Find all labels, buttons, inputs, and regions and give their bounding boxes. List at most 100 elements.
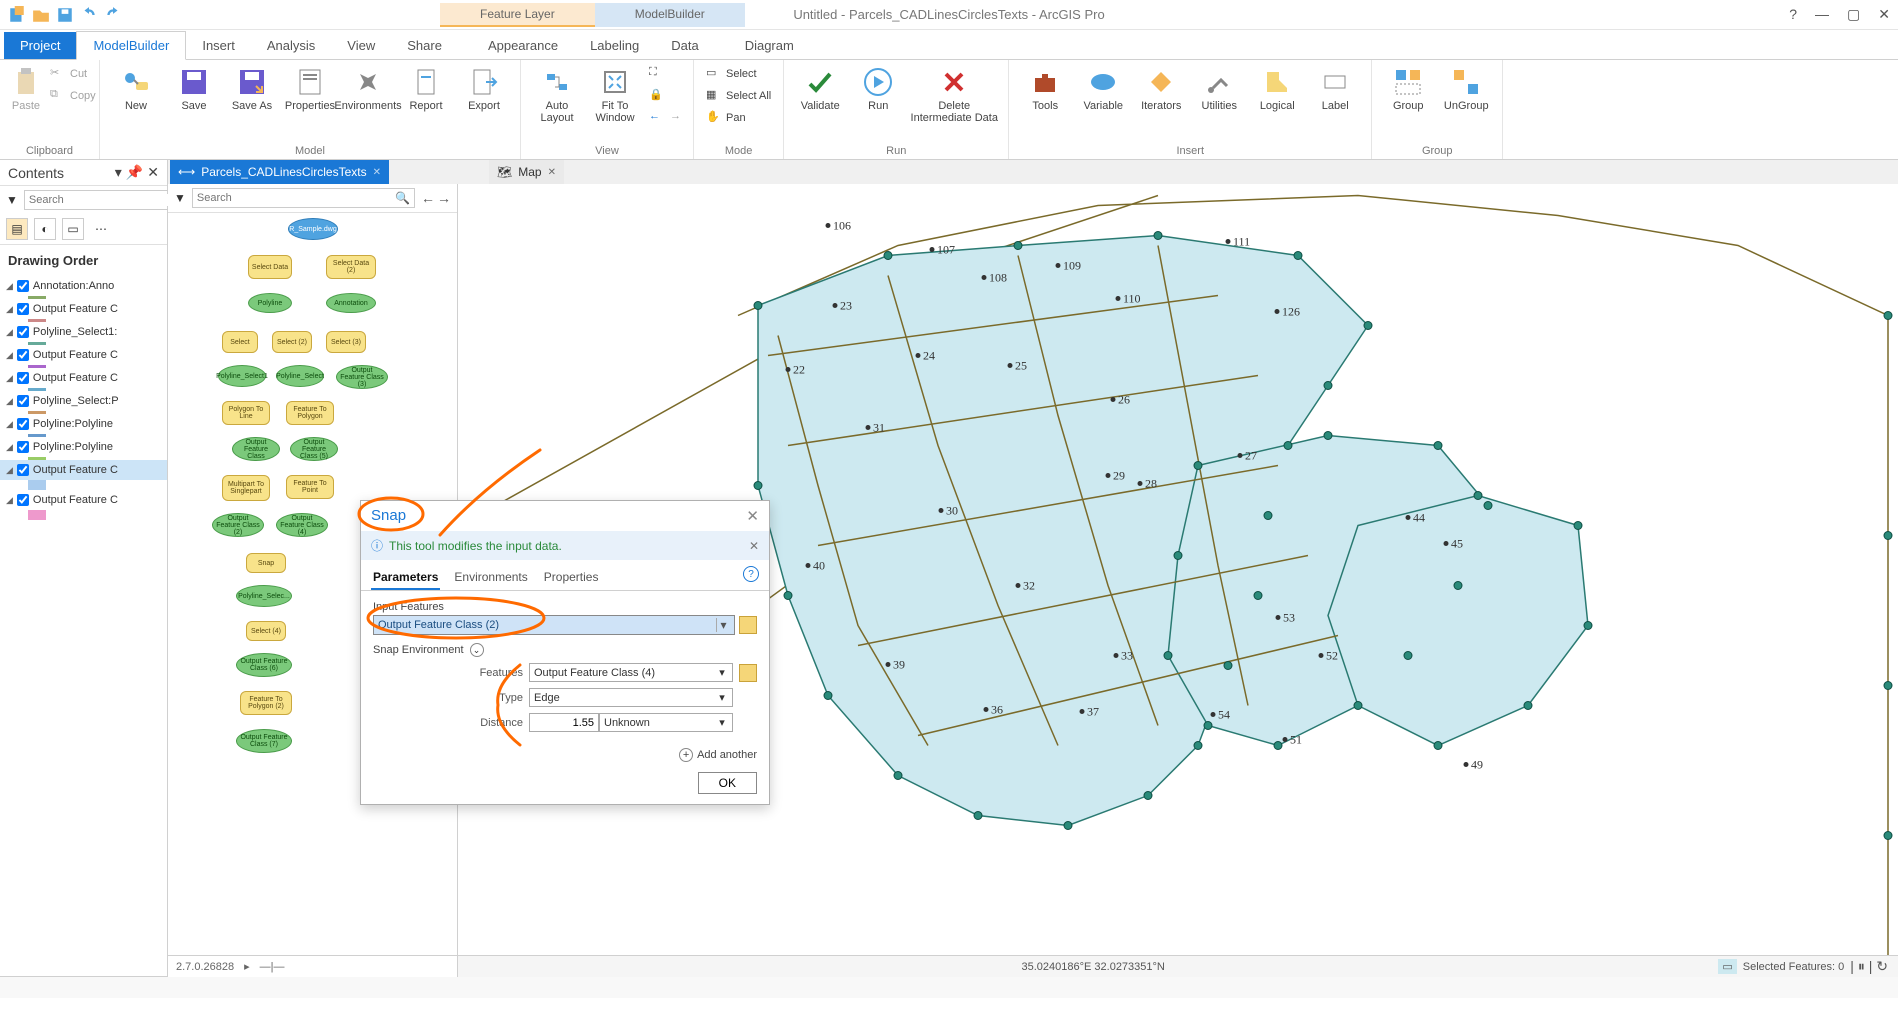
expand-icon[interactable]: ⌄ bbox=[470, 643, 484, 657]
tab-properties[interactable]: Properties bbox=[542, 566, 601, 590]
undo-icon[interactable] bbox=[80, 6, 98, 24]
env-distance-input[interactable] bbox=[529, 713, 599, 732]
validate-button[interactable]: Validate bbox=[792, 64, 848, 114]
model-node[interactable]: Output Feature Class (6) bbox=[236, 653, 292, 677]
model-node[interactable]: Output Feature Class (5) bbox=[290, 437, 338, 461]
model-node[interactable]: Annotation bbox=[326, 293, 376, 313]
variable-button[interactable]: Variable bbox=[1075, 64, 1131, 114]
layer-checkbox[interactable] bbox=[17, 464, 29, 476]
new-project-icon[interactable] bbox=[8, 6, 26, 24]
toc-item[interactable]: ◢ Polyline_Select:P bbox=[0, 391, 167, 411]
logical-button[interactable]: Logical bbox=[1249, 64, 1305, 114]
close-tab-icon[interactable]: ✕ bbox=[548, 167, 556, 178]
add-icon[interactable]: + bbox=[679, 748, 693, 762]
toc-item[interactable]: ◢ Polyline:Polyline bbox=[0, 414, 167, 434]
close-info-icon[interactable]: ✕ bbox=[749, 539, 759, 553]
model-node[interactable]: Output Feature Class (2) bbox=[212, 513, 264, 537]
list-by-source-icon[interactable]: ◐ bbox=[34, 218, 56, 240]
layer-checkbox[interactable] bbox=[17, 372, 29, 384]
pin-icon[interactable]: 📌 bbox=[126, 164, 143, 181]
tab-project[interactable]: Project bbox=[4, 32, 76, 59]
tab-parameters[interactable]: Parameters bbox=[371, 566, 440, 590]
browse-icon[interactable] bbox=[739, 616, 757, 634]
tab-share[interactable]: Share bbox=[391, 32, 458, 59]
layer-checkbox[interactable] bbox=[17, 494, 29, 506]
model-node[interactable]: Polygon To Line bbox=[222, 401, 270, 425]
new-button[interactable]: New bbox=[108, 64, 164, 114]
tab-appearance[interactable]: Appearance bbox=[472, 32, 574, 59]
input-features-combo[interactable]: Output Feature Class (2) ▾ bbox=[373, 615, 735, 635]
tab-data[interactable]: Data bbox=[655, 32, 714, 59]
context-tab-feature-layer[interactable]: Feature Layer bbox=[440, 3, 595, 27]
tools-button[interactable]: Tools bbox=[1017, 64, 1073, 114]
utilities-button[interactable]: Utilities bbox=[1191, 64, 1247, 114]
dropdown-icon[interactable]: ▾ bbox=[115, 164, 122, 181]
save-icon[interactable] bbox=[56, 6, 74, 24]
model-node[interactable]: Polyline bbox=[248, 293, 292, 313]
close-tab-icon[interactable]: ✕ bbox=[373, 167, 381, 178]
model-node[interactable]: Select Data bbox=[248, 255, 292, 279]
properties-button[interactable]: Properties bbox=[282, 64, 338, 114]
zoom-extent-icon[interactable]: ⛶ bbox=[645, 64, 685, 84]
minimize-icon[interactable]: — bbox=[1815, 6, 1829, 23]
filter-icon[interactable]: ▼ bbox=[174, 191, 186, 205]
list-by-drawing-order-icon[interactable]: ▤ bbox=[6, 218, 28, 240]
layer-checkbox[interactable] bbox=[17, 349, 29, 361]
model-node[interactable]: Output Feature Class (4) bbox=[276, 513, 328, 537]
model-node[interactable]: Snap bbox=[246, 553, 286, 573]
model-node[interactable]: Output Feature Class (7) bbox=[236, 729, 292, 753]
environments-button[interactable]: Environments bbox=[340, 64, 396, 114]
model-node[interactable]: Select (3) bbox=[326, 331, 366, 353]
layer-checkbox[interactable] bbox=[17, 441, 29, 453]
toc-item[interactable]: ◢ Output Feature C bbox=[0, 299, 167, 319]
model-node[interactable]: Select (4) bbox=[246, 621, 286, 641]
export-button[interactable]: Export bbox=[456, 64, 512, 114]
toc-item[interactable]: ◢ Polyline_Select1: bbox=[0, 322, 167, 342]
model-node[interactable]: R_Sample.dwg bbox=[288, 218, 338, 240]
model-node[interactable]: Select bbox=[222, 331, 258, 353]
layer-checkbox[interactable] bbox=[17, 395, 29, 407]
doctab-map[interactable]: 🗺 Map ✕ bbox=[489, 160, 564, 184]
prev-icon[interactable]: ← bbox=[645, 108, 664, 124]
chevron-down-icon[interactable]: ▾ bbox=[716, 618, 730, 632]
snap-tool-dialog[interactable]: Snap ✕ ⓘ This tool modifies the input da… bbox=[360, 500, 770, 805]
contents-search[interactable]: 🔍 bbox=[24, 190, 191, 210]
selected-features-icon[interactable]: ▭ bbox=[1718, 959, 1736, 974]
add-another-label[interactable]: Add another bbox=[697, 749, 757, 761]
toc-item[interactable]: ◢ Output Feature C bbox=[0, 345, 167, 365]
iterators-button[interactable]: Iterators bbox=[1133, 64, 1189, 114]
help-icon[interactable]: ? bbox=[1789, 6, 1797, 23]
env-type-combo[interactable]: Edge▾ bbox=[529, 688, 733, 707]
model-node[interactable]: Output Feature Class bbox=[232, 437, 280, 461]
tab-modelbuilder[interactable]: ModelBuilder bbox=[76, 31, 186, 60]
label-button[interactable]: Label bbox=[1307, 64, 1363, 114]
model-node[interactable]: Output Feature Class (3) bbox=[336, 365, 388, 389]
layer-checkbox[interactable] bbox=[17, 303, 29, 315]
save-button[interactable]: Save bbox=[166, 64, 222, 114]
close-pane-icon[interactable]: ✕ bbox=[147, 164, 159, 181]
layer-checkbox[interactable] bbox=[17, 280, 29, 292]
redo-icon[interactable] bbox=[104, 6, 122, 24]
select-button[interactable]: ▭Select bbox=[702, 64, 775, 84]
run-button[interactable]: Run bbox=[850, 64, 906, 114]
model-node[interactable]: Feature To Polygon bbox=[286, 401, 334, 425]
open-icon[interactable] bbox=[32, 6, 50, 24]
filter-icon[interactable]: ▼ bbox=[6, 193, 18, 207]
tab-labeling[interactable]: Labeling bbox=[574, 32, 655, 59]
ungroup-button[interactable]: UnGroup bbox=[1438, 64, 1494, 114]
model-node[interactable]: Feature To Point bbox=[286, 475, 334, 499]
nav-back-icon[interactable]: ← bbox=[421, 190, 435, 206]
more-icon[interactable]: ⋯ bbox=[90, 218, 112, 240]
search-input[interactable] bbox=[197, 192, 395, 204]
autolayout-button[interactable]: Auto Layout bbox=[529, 64, 585, 126]
saveas-button[interactable]: Save As bbox=[224, 64, 280, 114]
tab-insert[interactable]: Insert bbox=[186, 32, 251, 59]
close-icon[interactable]: ✕ bbox=[1878, 6, 1890, 23]
toc-item[interactable]: ◢ Output Feature C bbox=[0, 460, 167, 480]
layer-checkbox[interactable] bbox=[17, 418, 29, 430]
group-button[interactable]: Group bbox=[1380, 64, 1436, 114]
model-node[interactable]: Select (2) bbox=[272, 331, 312, 353]
env-features-combo[interactable]: Output Feature Class (4)▾ bbox=[529, 663, 733, 682]
pan-button[interactable]: ✋Pan bbox=[702, 108, 775, 128]
tab-analysis[interactable]: Analysis bbox=[251, 32, 331, 59]
